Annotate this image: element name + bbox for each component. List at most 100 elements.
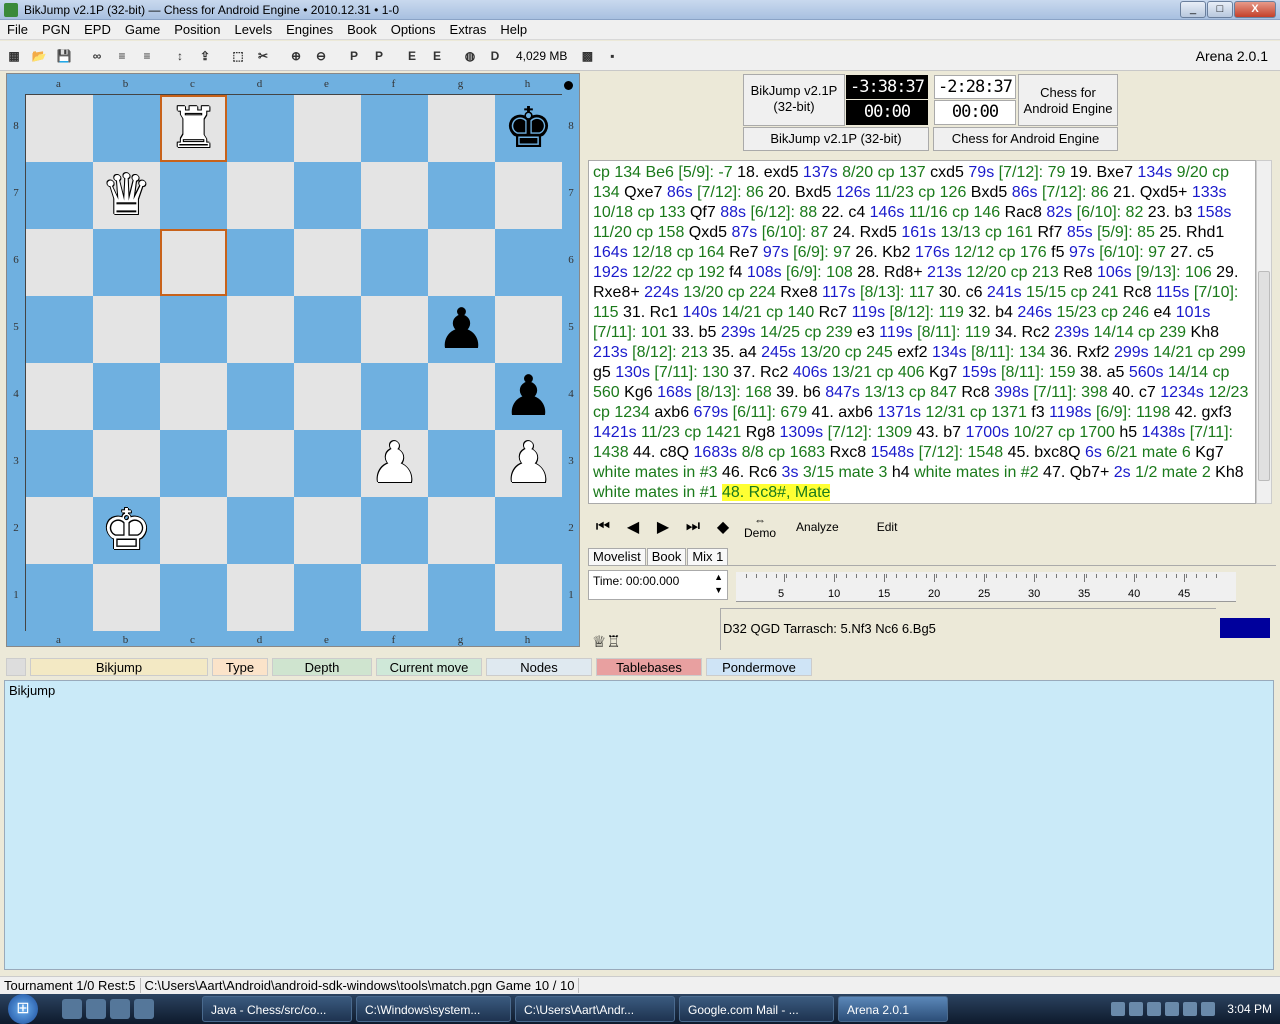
square-a5[interactable]: [26, 296, 93, 363]
move-token[interactable]: Kg7: [1195, 444, 1223, 461]
taskbar-item[interactable]: Google.com Mail - ...: [679, 996, 834, 1022]
square-f1[interactable]: [361, 564, 428, 631]
demo-button[interactable]: ⇔ Demo: [744, 514, 776, 540]
zoom-in-icon[interactable]: ⊕: [286, 46, 306, 66]
square-c3[interactable]: [160, 430, 227, 497]
board-style-icon[interactable]: ▩: [577, 46, 597, 66]
move-token[interactable]: 44. c8Q: [633, 444, 693, 461]
move-token[interactable]: exf2: [897, 344, 932, 361]
move-token[interactable]: 45. bxc8Q: [1008, 444, 1085, 461]
square-f5[interactable]: [361, 296, 428, 363]
move-token[interactable]: Qxe7: [624, 184, 667, 201]
square-b5[interactable]: [93, 296, 160, 363]
tray-icon[interactable]: [1129, 1002, 1144, 1016]
square-b2[interactable]: ♚: [93, 497, 160, 564]
square-c1[interactable]: [160, 564, 227, 631]
square-a4[interactable]: [26, 363, 93, 430]
square-d4[interactable]: [227, 363, 294, 430]
move-token[interactable]: 35. a4: [712, 344, 761, 361]
move-token[interactable]: Rc8: [1123, 284, 1156, 301]
square-b8[interactable]: [93, 95, 160, 162]
minimize-button[interactable]: _: [1180, 1, 1206, 18]
close-button[interactable]: X: [1234, 1, 1276, 18]
square-f8[interactable]: [361, 95, 428, 162]
square-d2[interactable]: [227, 497, 294, 564]
move-token[interactable]: 24. Rxd5: [833, 224, 901, 241]
move-token[interactable]: 28. Rd8+: [857, 264, 927, 281]
square-b6[interactable]: [93, 229, 160, 296]
move-token[interactable]: Rxe8: [780, 284, 822, 301]
square-f6[interactable]: [361, 229, 428, 296]
square-g1[interactable]: [428, 564, 495, 631]
move-token[interactable]: Kg6: [624, 384, 657, 401]
tab-mix1[interactable]: Mix 1: [687, 548, 729, 566]
white-queen-icon[interactable]: ♛: [101, 167, 151, 224]
pgn-prev-icon[interactable]: P: [344, 46, 364, 66]
move-token[interactable]: e4: [1153, 304, 1175, 321]
square-h4[interactable]: ♟: [495, 363, 562, 430]
move-token[interactable]: 42. gxf3: [1175, 404, 1232, 421]
square-b4[interactable]: [93, 363, 160, 430]
square-b1[interactable]: [93, 564, 160, 631]
square-d5[interactable]: [227, 296, 294, 363]
menu-help[interactable]: Help: [493, 22, 534, 37]
square-f4[interactable]: [361, 363, 428, 430]
show-desktop-icon[interactable]: [62, 999, 82, 1019]
move-token[interactable]: Rg8: [746, 424, 780, 441]
square-c4[interactable]: [160, 363, 227, 430]
tab-movelist[interactable]: Movelist: [588, 548, 646, 566]
move-token[interactable]: Kg7: [929, 364, 962, 381]
square-e7[interactable]: [294, 162, 361, 229]
move-token[interactable]: 23. b3: [1148, 204, 1197, 221]
move-token[interactable]: 46. Rc6: [722, 464, 782, 481]
new-board-icon[interactable]: ▦: [4, 46, 24, 66]
move-list[interactable]: cp 134 Be6 [5/9]: -7 18. exd5 137s 8/20 …: [588, 160, 1256, 504]
engine-col-tablebases[interactable]: Tablebases: [596, 658, 702, 676]
square-c7[interactable]: [160, 162, 227, 229]
menu-pgn[interactable]: PGN: [35, 22, 77, 37]
square-h1[interactable]: [495, 564, 562, 631]
move-token[interactable]: Bxd5: [971, 184, 1012, 201]
square-h6[interactable]: [495, 229, 562, 296]
square-d1[interactable]: [227, 564, 294, 631]
globe-icon[interactable]: ◍: [460, 46, 480, 66]
move-token[interactable]: 18. exd5: [737, 164, 803, 181]
move-token[interactable]: 33. b5: [672, 324, 721, 341]
square-e6[interactable]: [294, 229, 361, 296]
square-e2[interactable]: [294, 497, 361, 564]
setup-icon[interactable]: ⇪: [195, 46, 215, 66]
white-pawn-icon[interactable]: ♟: [503, 435, 553, 492]
square-d6[interactable]: [227, 229, 294, 296]
square-c6[interactable]: [160, 229, 227, 296]
move-token[interactable]: 41. axb6: [812, 404, 878, 421]
move-token[interactable]: 19. Bxe7: [1070, 164, 1138, 181]
move-token[interactable]: Rc8: [961, 384, 994, 401]
engine-col-current-move[interactable]: Current move: [376, 658, 482, 676]
move-token[interactable]: 21. Qxd5+: [1113, 184, 1192, 201]
open-folder-icon[interactable]: 📂: [29, 46, 49, 66]
square-a6[interactable]: [26, 229, 93, 296]
chess-board[interactable]: ♜ ♚ ♛ ♟ ♟ ♟ ♟ ♚: [25, 94, 562, 631]
square-e8[interactable]: [294, 95, 361, 162]
engine-col-nodes[interactable]: Nodes: [486, 658, 592, 676]
square-c5[interactable]: [160, 296, 227, 363]
move-token[interactable]: f4: [729, 264, 747, 281]
move-token[interactable]: cxd5: [930, 164, 968, 181]
engine-col-bikjump[interactable]: Bikjump: [30, 658, 208, 676]
move-token[interactable]: 27. c5: [1170, 244, 1214, 261]
tray-icon[interactable]: [1147, 1002, 1162, 1016]
menu-options[interactable]: Options: [384, 22, 443, 37]
taskbar-item[interactable]: C:\Users\Aart\Andr...: [515, 996, 675, 1022]
engine-col-depth[interactable]: Depth: [272, 658, 372, 676]
square-f7[interactable]: [361, 162, 428, 229]
move-token[interactable]: 47. Qb7+: [1043, 464, 1114, 481]
move-token[interactable]: e3: [857, 324, 879, 341]
square-g7[interactable]: [428, 162, 495, 229]
tray-icon[interactable]: [1111, 1002, 1126, 1016]
square-a3[interactable]: [26, 430, 93, 497]
square-c8[interactable]: ♜: [160, 95, 227, 162]
scrollbar-thumb[interactable]: [1258, 271, 1270, 481]
engine-col-pondermove[interactable]: Pondermove: [706, 658, 812, 676]
square-d3[interactable]: [227, 430, 294, 497]
menu-epd[interactable]: EPD: [77, 22, 118, 37]
